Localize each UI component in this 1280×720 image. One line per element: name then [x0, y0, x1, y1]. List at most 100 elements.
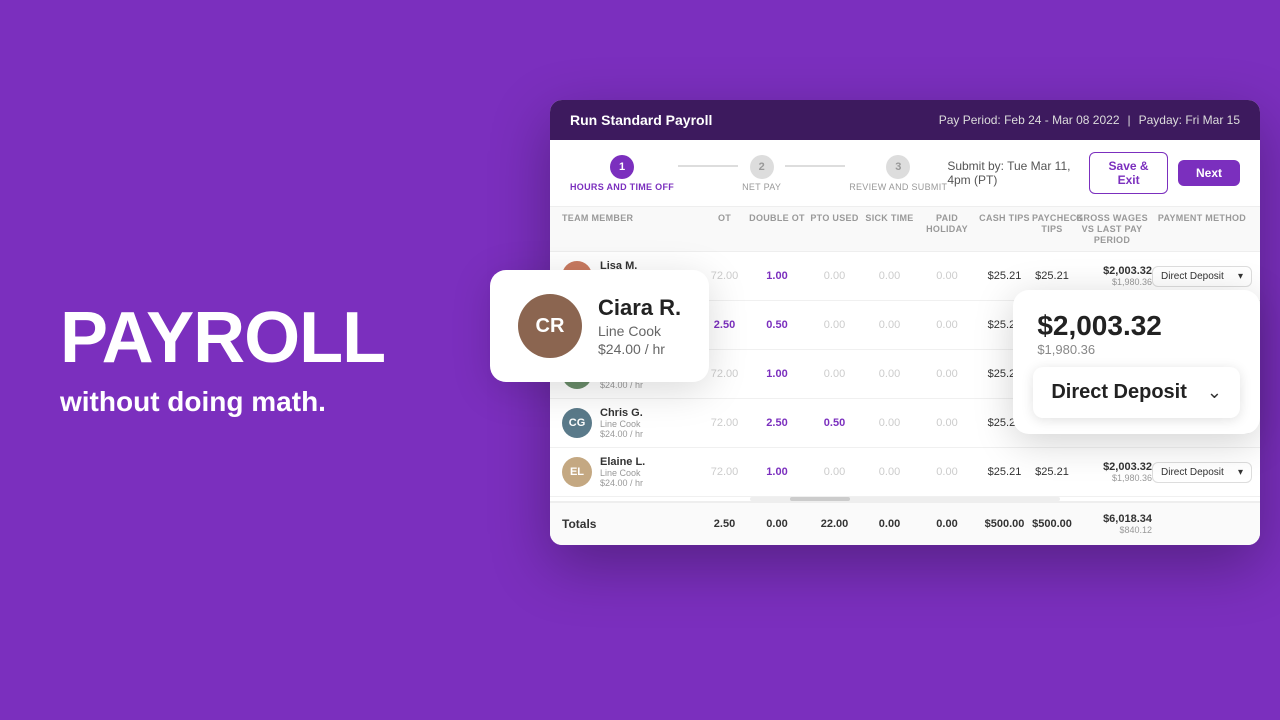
- gross-wages: $2,003.32 $1,980.36: [1072, 461, 1152, 483]
- cell-double-ot[interactable]: 1.00: [747, 368, 807, 380]
- step-3-circle: 3: [886, 155, 910, 179]
- avatar-initials: CG: [562, 408, 592, 438]
- table-row: EL Elaine L. Line Cook $24.00 / hr 72.00…: [550, 448, 1260, 497]
- cell-paycheck-tips[interactable]: $25.21: [1032, 466, 1072, 478]
- col-paycheck-tips: Paycheck Tips: [1032, 213, 1072, 245]
- cell-ot[interactable]: 72.00: [702, 368, 747, 380]
- steps-actions: Submit by: Tue Mar 11, 4pm (PT) Save & E…: [947, 152, 1240, 194]
- cell-holiday[interactable]: 0.00: [917, 319, 977, 331]
- cell-paycheck-tips[interactable]: $25.21: [1032, 270, 1072, 282]
- cell-holiday[interactable]: 0.00: [917, 270, 977, 282]
- step-3[interactable]: 3 REVIEW AND SUBMIT: [849, 155, 947, 192]
- cell-double-ot[interactable]: 2.50: [747, 417, 807, 429]
- avatar: EL: [562, 457, 592, 487]
- cell-ot[interactable]: 72.00: [702, 466, 747, 478]
- cell-sick[interactable]: 0.00: [862, 319, 917, 331]
- hero-section: PAYROLL without doing math.: [60, 302, 385, 418]
- payment-method-select[interactable]: Direct Deposit ▾: [1152, 462, 1252, 483]
- cell-holiday[interactable]: 0.00: [917, 368, 977, 380]
- cell-sick[interactable]: 0.00: [862, 417, 917, 429]
- col-gross-wages: Gross Wages vs Last Pay Period: [1072, 213, 1152, 245]
- payment-method-select[interactable]: Direct Deposit ▾: [1152, 266, 1252, 287]
- step-1-circle: 1: [610, 155, 634, 179]
- step-1[interactable]: 1 HOURS AND TIME OFF: [570, 155, 674, 192]
- payment-chevron-icon: ▾: [1238, 271, 1243, 282]
- floating-employee-avatar: CR: [518, 294, 582, 358]
- floating-employee-role: Line Cook: [598, 323, 681, 339]
- steps-nav: 1 HOURS AND TIME OFF 2 NET PAY 3 REVIEW …: [570, 155, 947, 192]
- floating-employee-name: Ciara R.: [598, 295, 681, 321]
- member-details: Chris G. Line Cook $24.00 / hr: [600, 407, 643, 439]
- payment-chevron-icon: ▾: [1238, 467, 1243, 478]
- table-header: Team Member OT Double OT PTO Used Sick T…: [550, 207, 1260, 252]
- avatar: CG: [562, 408, 592, 438]
- cell-sick[interactable]: 0.00: [862, 368, 917, 380]
- member-details: Elaine L. Line Cook $24.00 / hr: [600, 456, 645, 488]
- hero-subtitle: without doing math.: [60, 386, 385, 418]
- submit-by: Submit by: Tue Mar 11, 4pm (PT): [947, 159, 1079, 187]
- step-2[interactable]: 2 NET PAY: [742, 155, 781, 192]
- member-role: Line Cook: [600, 419, 643, 429]
- col-sick: Sick Time: [862, 213, 917, 245]
- gross-prev: $1,980.36: [1072, 473, 1152, 483]
- payment-method-label: Direct Deposit: [1161, 467, 1224, 478]
- floating-amount-main: $2,003.32: [1037, 310, 1236, 342]
- totals-double-ot: 0.00: [747, 518, 807, 530]
- col-double-ot: Double OT: [747, 213, 807, 245]
- save-exit-button[interactable]: Save & Exit: [1089, 152, 1168, 194]
- cell-holiday[interactable]: 0.00: [917, 417, 977, 429]
- member-role: Line Cook: [600, 468, 645, 478]
- totals-cash-tips: $500.00: [977, 518, 1032, 530]
- totals-holiday: 0.00: [917, 518, 977, 530]
- step-connector-2: [785, 165, 845, 167]
- cell-ot[interactable]: 72.00: [702, 417, 747, 429]
- floating-amount-deposit-card: $2,003.32 $1,980.36 Direct Deposit ⌄: [1013, 290, 1260, 434]
- cell-cash-tips[interactable]: $25.21: [977, 270, 1032, 282]
- cell-pto[interactable]: 0.00: [807, 368, 862, 380]
- totals-ot: 2.50: [702, 518, 747, 530]
- hero-title: PAYROLL: [60, 302, 385, 374]
- floating-employee-wage: $24.00 / hr: [598, 341, 681, 357]
- col-payment: Payment Method: [1152, 213, 1252, 245]
- col-team-member: Team Member: [562, 213, 702, 245]
- steps-bar: 1 HOURS AND TIME OFF 2 NET PAY 3 REVIEW …: [550, 140, 1260, 207]
- scroll-indicator: [750, 497, 1060, 501]
- member-info: EL Elaine L. Line Cook $24.00 / hr: [562, 456, 702, 488]
- totals-row: Totals 2.50 0.00 22.00 0.00 0.00 $500.00…: [550, 501, 1260, 545]
- next-button[interactable]: Next: [1178, 160, 1240, 186]
- step-1-label: HOURS AND TIME OFF: [570, 182, 674, 192]
- member-wage: $24.00 / hr: [600, 429, 643, 439]
- col-cash-tips: Cash Tips: [977, 213, 1032, 245]
- floating-deposit-label: Direct Deposit: [1051, 381, 1187, 404]
- step-2-label: NET PAY: [742, 182, 781, 192]
- cell-pto[interactable]: 0.00: [807, 270, 862, 282]
- cell-double-ot[interactable]: 1.00: [747, 466, 807, 478]
- cell-pto[interactable]: 0.50: [807, 417, 862, 429]
- totals-label: Totals: [562, 517, 702, 531]
- col-pto: PTO Used: [807, 213, 862, 245]
- gross-main: $2,003.32: [1072, 461, 1152, 473]
- totals-gross-prev: $840.12: [1072, 525, 1152, 535]
- cell-holiday[interactable]: 0.00: [917, 466, 977, 478]
- cell-pto[interactable]: 0.00: [807, 466, 862, 478]
- gross-wages: $2,003.32 $1,980.36: [1072, 265, 1152, 287]
- chevron-down-icon: ⌄: [1207, 382, 1222, 403]
- floating-amount-prev: $1,980.36: [1037, 342, 1236, 357]
- cell-double-ot[interactable]: 1.00: [747, 270, 807, 282]
- cell-sick[interactable]: 0.00: [862, 270, 917, 282]
- floating-deposit-method[interactable]: Direct Deposit ⌄: [1033, 367, 1240, 418]
- app-title: Run Standard Payroll: [570, 112, 712, 128]
- member-name: Elaine L.: [600, 456, 645, 468]
- member-wage: $24.00 / hr: [600, 478, 645, 488]
- pipe-divider: |: [1128, 113, 1131, 127]
- cell-ot[interactable]: 72.00: [702, 270, 747, 282]
- col-holiday: Paid Holiday: [917, 213, 977, 245]
- totals-pto: 22.00: [807, 518, 862, 530]
- member-name: Chris G.: [600, 407, 643, 419]
- pay-period: Pay Period: Feb 24 - Mar 08 2022: [939, 113, 1120, 127]
- cell-cash-tips[interactable]: $25.21: [977, 466, 1032, 478]
- col-ot: OT: [702, 213, 747, 245]
- cell-pto[interactable]: 0.00: [807, 319, 862, 331]
- cell-double-ot[interactable]: 0.50: [747, 319, 807, 331]
- cell-sick[interactable]: 0.00: [862, 466, 917, 478]
